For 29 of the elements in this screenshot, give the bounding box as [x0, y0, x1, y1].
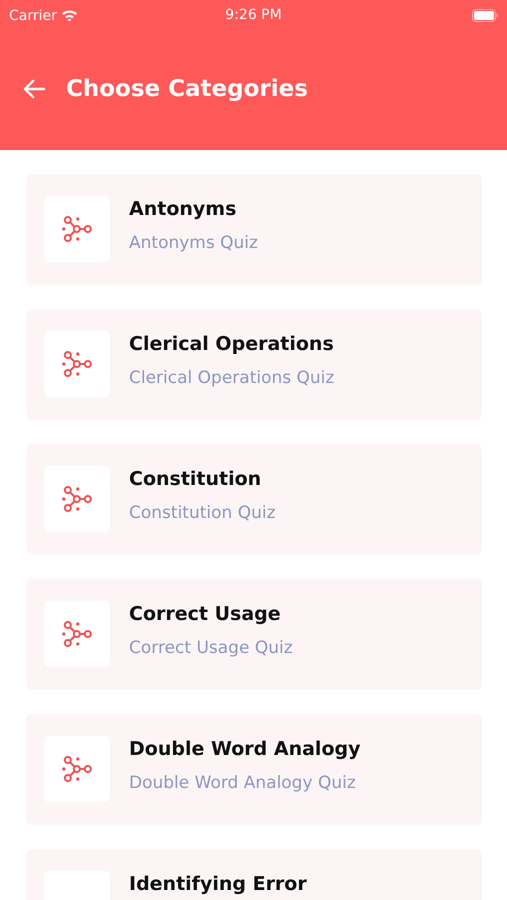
category-title: Identifying Error — [129, 873, 307, 896]
category-subtitle: Double Word Analogy Quiz — [129, 772, 357, 795]
category-card[interactable]: Clerical Operations Clerical Operations Quiz — [26, 309, 482, 420]
category-subtitle: Clerical Operations Quiz — [129, 366, 334, 390]
category-card[interactable]: Double Word Analogy Double Word Analogy Quiz — [26, 714, 482, 825]
category-title: Constitution — [129, 468, 262, 491]
back-arrow-icon — [22, 79, 46, 99]
network-icon — [62, 351, 92, 377]
page-title: Choose Categories — [66, 74, 308, 104]
category-card[interactable]: Identifying Error — [26, 849, 482, 900]
category-title: Clerical Operations — [129, 333, 334, 356]
network-icon — [62, 216, 92, 242]
network-icon — [62, 756, 92, 782]
category-card[interactable]: Correct Usage Correct Usage Quiz — [26, 579, 482, 690]
category-subtitle: Correct Usage Quiz — [129, 636, 293, 660]
category-subtitle: Constitution Quiz — [129, 502, 276, 525]
wifi-icon — [60, 8, 78, 22]
battery-icon — [472, 8, 499, 22]
category-card[interactable]: Antonyms Antonyms Quiz — [26, 174, 482, 285]
category-card[interactable]: Constitution Constitution Quiz — [26, 444, 482, 555]
clock-time: 9:26 PM — [225, 6, 282, 25]
carrier-label: Carrier — [9, 6, 57, 26]
network-icon — [62, 486, 92, 512]
back-button[interactable] — [22, 79, 46, 99]
category-title: Antonyms — [129, 198, 238, 221]
category-title: Double Word Analogy — [129, 738, 360, 761]
category-title: Correct Usage — [129, 603, 282, 626]
network-icon — [62, 621, 92, 647]
category-subtitle: Antonyms Quiz — [129, 232, 258, 255]
